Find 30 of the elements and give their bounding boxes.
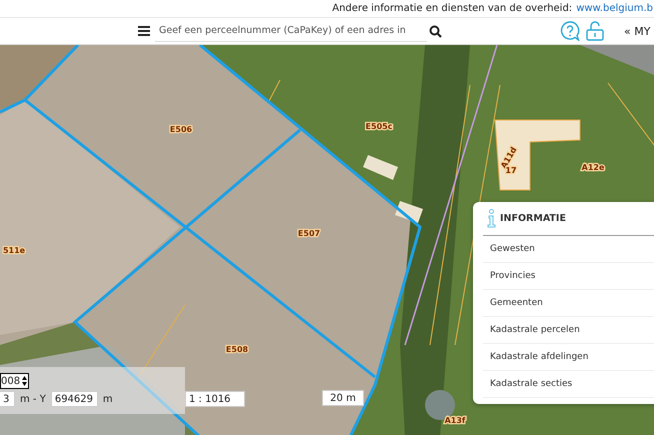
government-info-text: Andere informatie en diensten van de overheid: xyxy=(332,3,572,14)
info-list-item[interactable]: Kadastrale secties xyxy=(483,371,654,398)
unit-label: m xyxy=(102,394,113,404)
year-spinner[interactable]: 008 xyxy=(0,373,29,389)
coordinate-label: m - Y xyxy=(20,394,46,404)
menu-icon[interactable] xyxy=(138,25,150,37)
info-list-item[interactable]: Kadastrale afdelingen xyxy=(483,344,654,371)
parcel-label: A12e xyxy=(582,163,604,172)
info-list-item[interactable]: Gemeenten xyxy=(483,290,654,317)
info-list-item[interactable]: Provincies xyxy=(483,263,654,290)
info-list-item[interactable]: Kadastrale percelen xyxy=(483,317,654,344)
unlocked-padlock-icon[interactable] xyxy=(586,21,604,41)
y-coordinate-field[interactable]: 694629 xyxy=(50,391,98,407)
info-list-item[interactable]: Gewesten xyxy=(483,236,654,263)
scale-bar: 20 m xyxy=(322,390,364,406)
help-icon[interactable] xyxy=(560,21,580,41)
parcel-label: A13f xyxy=(444,416,466,425)
info-icon xyxy=(487,209,496,228)
parcel-label: E508 xyxy=(226,345,248,354)
parcel-label: E506 xyxy=(170,125,192,134)
parcel-label: E505c xyxy=(366,122,392,131)
parcel-label: E507 xyxy=(298,229,320,238)
parcel-label: 511e xyxy=(2,246,26,255)
x-coordinate-field[interactable]: 3 xyxy=(0,391,15,407)
belgium-link[interactable]: www.belgium.b xyxy=(576,3,653,14)
parcel-label: 17 xyxy=(505,166,517,175)
account-link[interactable]: « MY xyxy=(624,24,650,38)
search-icon[interactable] xyxy=(429,24,442,38)
scale-ratio-field[interactable]: 1 : 1016 xyxy=(185,391,245,407)
panel-title: INFORMATIE xyxy=(500,213,566,224)
